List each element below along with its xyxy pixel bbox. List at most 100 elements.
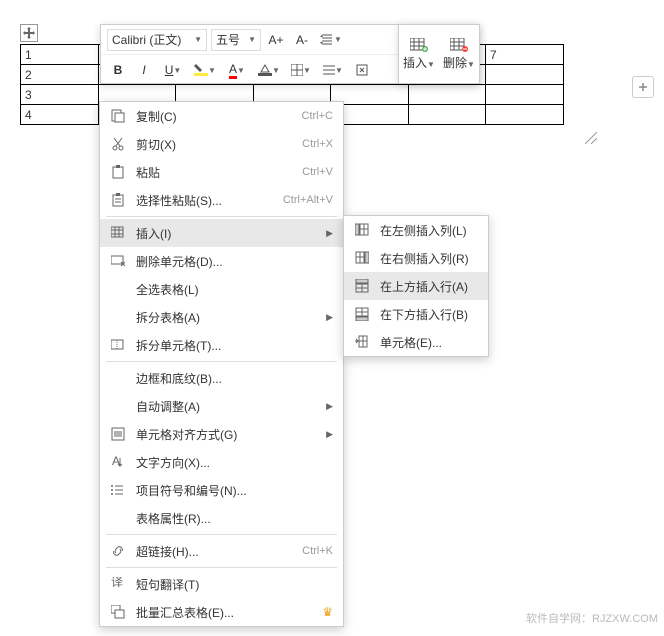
context-menu: 复制(C)Ctrl+C 剪切(X)Ctrl+X 粘贴 Ctrl+V 选择性粘贴(S… xyxy=(99,101,344,627)
menu-label: 拆分单元格(T)... xyxy=(136,337,333,354)
menu-copy[interactable]: 复制(C)Ctrl+C xyxy=(100,102,343,130)
insert-col-right-icon xyxy=(354,250,370,266)
translate-icon: 译 xyxy=(110,576,126,592)
submenu-arrow-icon: ▶ xyxy=(326,312,333,323)
text-direction-icon: A xyxy=(110,454,126,470)
menu-split-cells[interactable]: 拆分单元格(T)... xyxy=(100,331,343,359)
decrease-font-button[interactable]: A- xyxy=(291,29,313,51)
menu-autofit[interactable]: 自动调整(A) ▶ xyxy=(100,392,343,420)
insert-cells-icon xyxy=(354,334,370,350)
menu-label: 全选表格(L) xyxy=(136,281,333,298)
table-delete-button[interactable]: 删除▼ xyxy=(439,25,479,83)
insert-row-below-icon xyxy=(354,306,370,322)
menu-insert[interactable]: 插入(I) ▶ xyxy=(100,219,343,247)
shading-button[interactable]: ▼ xyxy=(255,59,283,81)
bullets-icon xyxy=(110,482,126,498)
bold-button[interactable]: B xyxy=(107,59,129,81)
link-icon xyxy=(110,543,126,559)
underline-button[interactable]: U▼ xyxy=(159,59,187,81)
cell[interactable]: 4 xyxy=(21,105,99,125)
line-spacing-button[interactable]: ▼ xyxy=(317,29,345,51)
font-name-select[interactable]: Calibri (正文) ▼ xyxy=(107,29,207,51)
menu-label: 边框和底纹(B)... xyxy=(136,370,333,387)
submenu-arrow-icon: ▶ xyxy=(326,401,333,412)
add-column-button[interactable] xyxy=(632,76,654,98)
menu-paste[interactable]: 粘贴 Ctrl+V xyxy=(100,158,343,186)
table-resize-handle[interactable] xyxy=(585,132,597,144)
menu-label: 短句翻译(T) xyxy=(136,576,333,593)
crown-icon: ♛ xyxy=(322,605,333,619)
batch-table-icon xyxy=(110,604,126,620)
table-insert-icon xyxy=(110,225,126,241)
menu-paste-special[interactable]: 选择性粘贴(S)... Ctrl+Alt+V xyxy=(100,186,343,214)
table-move-handle[interactable] xyxy=(20,24,38,42)
separator xyxy=(106,534,337,535)
submenu-arrow-icon: ▶ xyxy=(326,228,333,239)
merge-button[interactable] xyxy=(351,59,373,81)
menu-label: 超链接(H)... xyxy=(136,543,292,560)
font-name-value: Calibri (正文) xyxy=(112,31,181,48)
shortcut: Ctrl+Alt+V xyxy=(283,194,333,206)
menu-select-table[interactable]: 全选表格(L) xyxy=(100,275,343,303)
plus-icon xyxy=(637,81,649,93)
menu-text-direction[interactable]: A 文字方向(X)... xyxy=(100,448,343,476)
insert-row-above-icon xyxy=(354,278,370,294)
chevron-down-icon: ▼ xyxy=(248,35,256,44)
submenu-insert-row-above[interactable]: 在上方插入行(A) xyxy=(344,272,488,300)
highlight-button[interactable]: ▼ xyxy=(191,59,219,81)
svg-text:A: A xyxy=(112,455,120,468)
table-insert-button[interactable]: 插入▼ xyxy=(399,25,439,83)
menu-label: 插入(I) xyxy=(136,225,316,242)
submenu-label: 在下方插入行(B) xyxy=(380,306,478,323)
paste-special-icon xyxy=(110,192,126,208)
cell[interactable]: 3 xyxy=(21,85,99,105)
delete-cells-icon xyxy=(110,253,126,269)
insert-label: 插入 xyxy=(403,56,427,70)
cell[interactable]: 7 xyxy=(486,45,564,65)
menu-label: 表格属性(R)... xyxy=(136,510,333,527)
menu-label: 项目符号和编号(N)... xyxy=(136,482,333,499)
submenu-insert-cells[interactable]: 单元格(E)... xyxy=(344,328,488,356)
italic-button[interactable]: I xyxy=(133,59,155,81)
increase-font-button[interactable]: A+ xyxy=(265,29,287,51)
copy-icon xyxy=(110,108,126,124)
chevron-down-icon: ▼ xyxy=(194,35,202,44)
menu-label: 粘贴 xyxy=(136,164,292,181)
menu-cell-align[interactable]: 单元格对齐方式(G)▶ xyxy=(100,420,343,448)
menu-bullets-numbering[interactable]: 项目符号和编号(N)... xyxy=(100,476,343,504)
menu-cut[interactable]: 剪切(X)Ctrl+X xyxy=(100,130,343,158)
submenu-insert-col-right[interactable]: 在右侧插入列(R) xyxy=(344,244,488,272)
menu-table-properties[interactable]: 表格属性(R)... xyxy=(100,504,343,532)
submenu-insert-col-left[interactable]: 在左侧插入列(L) xyxy=(344,216,488,244)
submenu-insert-row-below[interactable]: 在下方插入行(B) xyxy=(344,300,488,328)
menu-label: 选择性粘贴(S)... xyxy=(136,192,273,209)
insert-col-left-icon xyxy=(354,222,370,238)
separator xyxy=(106,567,337,568)
submenu-label: 在上方插入行(A) xyxy=(380,278,478,295)
menu-borders-shading[interactable]: 边框和底纹(B)... xyxy=(100,364,343,392)
submenu-label: 在右侧插入列(R) xyxy=(380,250,478,267)
menu-label: 文字方向(X)... xyxy=(136,454,333,471)
menu-translate[interactable]: 译短句翻译(T) xyxy=(100,570,343,598)
menu-label: 批量汇总表格(E)... xyxy=(136,604,312,621)
menu-label: 拆分表格(A) xyxy=(136,309,316,326)
cell[interactable]: 2 xyxy=(21,65,99,85)
menu-hyperlink[interactable]: 超链接(H)... Ctrl+K xyxy=(100,537,343,565)
cell[interactable]: 1 xyxy=(21,45,99,65)
menu-delete-cells[interactable]: 删除单元格(D)... xyxy=(100,247,343,275)
font-size-select[interactable]: 五号▼ xyxy=(211,29,261,51)
table-toolbar: 插入▼ 删除▼ xyxy=(398,24,480,84)
menu-split-table[interactable]: 拆分表格(A) ▶ xyxy=(100,303,343,331)
align-button[interactable]: ▼ xyxy=(319,59,347,81)
table-delete-icon xyxy=(450,38,468,52)
shortcut: Ctrl+K xyxy=(302,545,333,557)
cut-icon xyxy=(110,136,126,152)
submenu-arrow-icon: ▶ xyxy=(326,429,333,440)
menu-label: 自动调整(A) xyxy=(136,398,316,415)
menu-batch-summary[interactable]: 批量汇总表格(E)... ♛ xyxy=(100,598,343,626)
insert-submenu: 在左侧插入列(L) 在右侧插入列(R) 在上方插入行(A) 在下方插入行(B) … xyxy=(343,215,489,357)
separator xyxy=(106,216,337,217)
border-button[interactable]: ▼ xyxy=(287,59,315,81)
font-color-button[interactable]: A▼ xyxy=(223,59,251,81)
shortcut: Ctrl+V xyxy=(302,166,333,178)
